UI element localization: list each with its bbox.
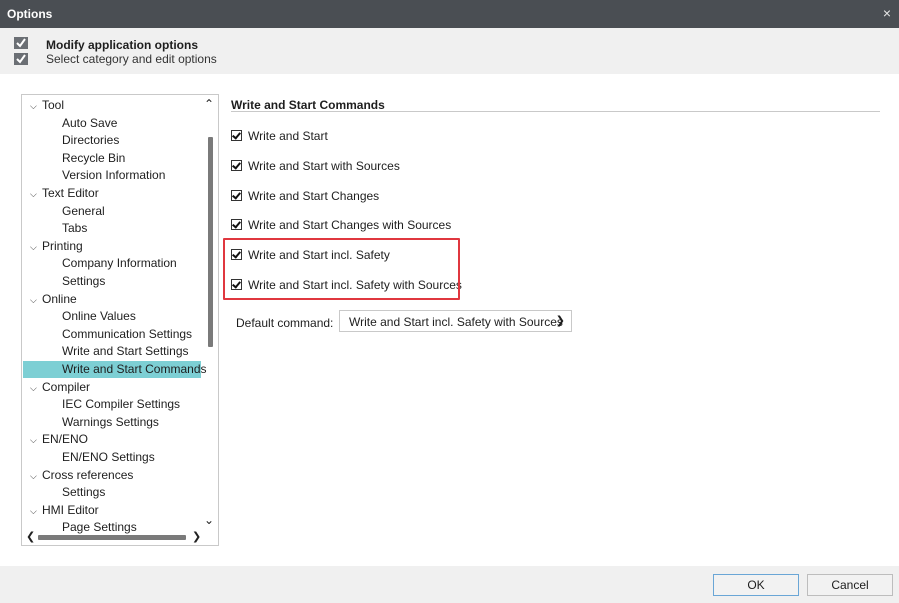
tree-category[interactable]: ⌵ Cross references xyxy=(30,467,133,484)
tree-item-label: Settings xyxy=(62,274,106,288)
tree-item[interactable]: General xyxy=(62,203,105,220)
dialog-header: Modify application options Select catego… xyxy=(0,28,899,74)
tree-item-label: General xyxy=(62,203,105,218)
checklist-icon xyxy=(14,37,28,65)
title-bar: Options × xyxy=(0,0,899,28)
scroll-down-icon[interactable]: ⌄ xyxy=(204,513,214,527)
chevron-down-icon[interactable]: ⌵ xyxy=(30,468,42,485)
tree-category[interactable]: ⌵ Compiler xyxy=(30,379,90,396)
tree-item[interactable]: Recycle Bin xyxy=(62,150,125,167)
tree-item[interactable]: Settings xyxy=(62,273,105,290)
chevron-down-icon[interactable]: ⌵ xyxy=(30,98,42,115)
tree-item-label: HMI Editor xyxy=(42,502,99,517)
tree-item-label: Write and Start Settings xyxy=(62,344,189,359)
checkbox-write-and-start-changes[interactable]: Write and Start Changes xyxy=(231,188,379,204)
tree-item-label: Compiler xyxy=(42,379,91,394)
tree-item[interactable]: Directories xyxy=(62,132,119,149)
tree-item-label: Auto Save xyxy=(62,115,118,130)
tree-item-label: EN/ENO xyxy=(42,432,89,447)
checkbox-write-and-start[interactable]: Write and Start xyxy=(231,128,328,144)
tree-category[interactable]: ⌵ Printing xyxy=(30,238,83,255)
tree-item[interactable]: IEC Compiler Settings xyxy=(62,396,180,413)
ok-button[interactable]: OK xyxy=(713,574,799,596)
chevron-down-icon: ❯ xyxy=(555,315,565,327)
tree-item-label: Settings xyxy=(62,485,106,500)
checkbox-box[interactable] xyxy=(231,190,242,202)
chevron-down-icon[interactable]: ⌵ xyxy=(30,432,42,449)
tree-item-label: Version Information xyxy=(62,168,166,183)
cancel-button[interactable]: Cancel xyxy=(807,574,893,596)
tree-item[interactable]: Company Information xyxy=(62,255,177,272)
checkbox-write-and-start-changes-with-sources[interactable]: Write and Start Changes with Sources xyxy=(231,217,451,233)
tree-item-label: Online xyxy=(42,291,77,306)
tree-item[interactable]: Page Settings xyxy=(62,519,137,536)
tree-item[interactable]: Write and Start Commands xyxy=(23,361,207,378)
tree-category[interactable]: ⌵ Tool xyxy=(30,97,64,114)
tree-item-label: Cross references xyxy=(42,467,134,482)
tree-item-label: IEC Compiler Settings xyxy=(62,397,181,412)
tree-category[interactable]: ⌵ Online xyxy=(30,291,77,308)
header-subtitle: Select category and edit options xyxy=(46,52,217,66)
scroll-left-icon[interactable]: ❮ xyxy=(26,530,35,543)
default-command-select[interactable]: Write and Start incl. Safety with Source… xyxy=(339,310,572,332)
scroll-up-icon[interactable]: ⌃ xyxy=(204,97,214,111)
tree-item[interactable]: Tabs xyxy=(62,220,87,237)
chevron-down-icon[interactable]: ⌵ xyxy=(30,503,42,520)
tree-item[interactable]: Write and Start Settings xyxy=(62,343,189,360)
checkbox-label: Write and Start xyxy=(248,129,328,143)
tree-item-label: Page Settings xyxy=(62,520,137,535)
checkbox-box[interactable] xyxy=(231,219,242,231)
tree-item-label: Write and Start Commands xyxy=(62,362,207,376)
tree-category[interactable]: ⌵ EN/ENO xyxy=(30,431,88,448)
chevron-down-icon[interactable]: ⌵ xyxy=(30,292,42,309)
default-command-label: Default command: xyxy=(236,316,334,330)
tree-item-label: Tabs xyxy=(62,221,88,236)
tree-item[interactable]: Warnings Settings xyxy=(62,414,159,431)
tree-item-label: Company Information xyxy=(62,256,177,271)
tree-item-label: Tool xyxy=(42,98,65,112)
default-command-value: Write and Start incl. Safety with Source… xyxy=(349,315,563,329)
checkbox-write-and-start-with-sources[interactable]: Write and Start with Sources xyxy=(231,158,400,174)
tree-item-label: Communication Settings xyxy=(62,326,193,341)
checkbox-label: Write and Start Changes xyxy=(248,189,380,203)
tree-item-label: Online Values xyxy=(62,309,136,324)
chevron-down-icon[interactable]: ⌵ xyxy=(30,239,42,256)
highlight-annotation xyxy=(223,238,460,300)
tree-item[interactable]: Communication Settings xyxy=(62,326,192,343)
tree-item[interactable]: Online Values xyxy=(62,308,136,325)
checkbox-box[interactable] xyxy=(231,130,242,142)
section-title: Write and Start Commands xyxy=(231,98,385,112)
header-title: Modify application options xyxy=(46,38,198,52)
tree-item-label: EN/ENO Settings xyxy=(62,450,155,464)
section-divider xyxy=(231,111,880,112)
checkbox-label: Write and Start Changes with Sources xyxy=(248,218,452,232)
tree-item[interactable]: Auto Save xyxy=(62,115,117,132)
vertical-scrollbar-thumb[interactable] xyxy=(208,137,213,347)
tree-item-label: Directories xyxy=(62,133,120,148)
tree-item[interactable]: Version Information xyxy=(62,167,165,184)
tree-item-label: Text Editor xyxy=(42,186,99,200)
horizontal-scrollbar-thumb[interactable] xyxy=(38,535,186,540)
tree-category[interactable]: ⌵ HMI Editor xyxy=(30,502,99,519)
tree-item[interactable]: EN/ENO Settings xyxy=(62,449,155,466)
checkbox-label: Write and Start with Sources xyxy=(248,159,400,173)
tree-category[interactable]: ⌵ Text Editor xyxy=(30,185,99,202)
tree-item-label: Recycle Bin xyxy=(62,150,126,165)
window-title: Options xyxy=(7,7,53,21)
tree-item-label: Printing xyxy=(42,238,83,253)
close-icon[interactable]: × xyxy=(883,5,891,21)
chevron-down-icon[interactable]: ⌵ xyxy=(30,186,42,203)
checkbox-box[interactable] xyxy=(231,160,242,172)
chevron-down-icon[interactable]: ⌵ xyxy=(30,380,42,397)
scroll-right-icon[interactable]: ❯ xyxy=(192,530,201,543)
tree-item[interactable]: Settings xyxy=(62,484,105,501)
category-tree[interactable]: ⌵ Tool Auto Save Directories Recycle Bin Vers… xyxy=(21,94,219,546)
tree-item-label: Warnings Settings xyxy=(62,414,159,429)
